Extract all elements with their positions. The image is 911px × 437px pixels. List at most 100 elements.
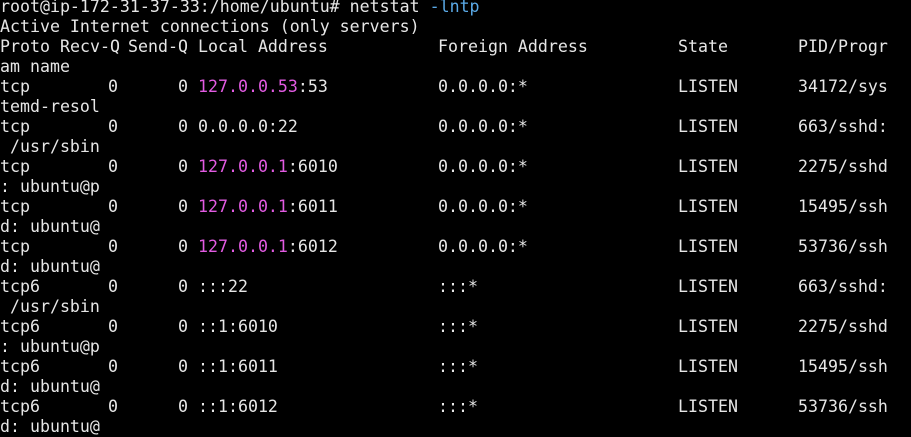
row-local-port: :::22 [198, 277, 248, 296]
row-recv-q: 0 [108, 357, 118, 376]
header-recv-q: Recv-Q [60, 37, 120, 56]
row-pid-program-wrap: d: ubuntu@ [0, 417, 100, 436]
row-foreign-address: 0.0.0.0:* [438, 157, 528, 176]
table-row: tcp 0 0 0.0.0.0:* LISTEN 2275/sshd 127.0.0.1:6… [0, 157, 911, 177]
row-wrap-line: d: ubuntu@ [0, 377, 911, 397]
row-recv-q: 0 [108, 197, 118, 216]
row-pid-program-wrap: : ubuntu@p [0, 177, 100, 196]
row-pid-program: 2275/sshd [798, 317, 888, 336]
row-proto: tcp [0, 77, 30, 96]
row-recv-q: 0 [108, 157, 118, 176]
row-proto: tcp6 [0, 277, 40, 296]
row-pid-program: 53736/ssh [798, 237, 888, 256]
row-local-address: 127.0.0.1:6011 [198, 197, 338, 217]
table-row: tcp6 0 0:::* LISTEN 53736/ssh::1:6012 [0, 397, 911, 417]
row-local-address: 127.0.0.53:53 [198, 77, 328, 97]
row-pid-program: 2275/sshd [798, 157, 888, 176]
row-state: LISTEN [678, 77, 738, 96]
row-local-address: ::1:6010 [198, 317, 278, 337]
row-foreign-address: :::* [438, 397, 478, 416]
row-local-ip: 127.0.0.53 [198, 77, 298, 96]
row-proto: tcp [0, 237, 30, 256]
header-foreign-address: Foreign Address [438, 37, 588, 56]
table-header: Proto Recv-Q Send-Q Local Address Foreig… [0, 37, 911, 57]
row-send-q: 0 [178, 357, 188, 376]
row-state: LISTEN [678, 117, 738, 136]
row-send-q: 0 [178, 157, 188, 176]
header-wrap-line: am name [0, 57, 911, 77]
row-state: LISTEN [678, 157, 738, 176]
row-send-q: 0 [178, 277, 188, 296]
row-local-port: ::1:6011 [198, 357, 278, 376]
row-proto: tcp6 [0, 357, 40, 376]
row-local-ip: 127.0.0.1 [198, 197, 288, 216]
row-local-port: ::1:6010 [198, 317, 278, 336]
row-state: LISTEN [678, 277, 738, 296]
row-wrap-line: /usr/sbin [0, 297, 911, 317]
row-send-q: 0 [178, 197, 188, 216]
row-send-q: 0 [178, 237, 188, 256]
table-row: tcp 0 0 0.0.0.0:* LISTEN 34172/sys 127.0.0.53:… [0, 77, 911, 97]
row-wrap-line: /usr/sbin [0, 137, 911, 157]
row-pid-program: 663/sshd: [798, 277, 888, 296]
row-local-address: 127.0.0.1:6012 [198, 237, 338, 257]
row-wrap-line: d: ubuntu@ [0, 257, 911, 277]
row-foreign-address: 0.0.0.0:* [438, 77, 528, 96]
prompt-command: root@ip-172-31-37-33:/home/ubuntu# netst… [0, 0, 430, 16]
row-wrap-line: : ubuntu@p [0, 177, 911, 197]
row-state: LISTEN [678, 357, 738, 376]
row-recv-q: 0 [108, 397, 118, 416]
row-pid-program: 34172/sys [798, 77, 888, 96]
table-row: tcp6 0 0:::* LISTEN 663/sshd::::22 [0, 277, 911, 297]
row-recv-q: 0 [108, 317, 118, 336]
header-local-address: Local Address [198, 37, 328, 56]
output-heading: Active Internet connections (only server… [0, 17, 911, 37]
row-local-port: 0.0.0.0:22 [198, 117, 298, 136]
row-state: LISTEN [678, 237, 738, 256]
row-local-port: ::1:6012 [198, 397, 278, 416]
row-send-q: 0 [178, 397, 188, 416]
row-local-port: :6010 [287, 157, 338, 176]
row-pid-program-wrap: d: ubuntu@ [0, 217, 100, 236]
terminal-output: root@ip-172-31-37-33:/home/ubuntu# netst… [0, 0, 911, 437]
row-local-ip: 127.0.0.1 [198, 237, 288, 256]
row-recv-q: 0 [108, 277, 118, 296]
row-wrap-line: temd-resol [0, 97, 911, 117]
row-foreign-address: :::* [438, 317, 478, 336]
command-flag: -lntp [429, 0, 480, 16]
shell-prompt-line: root@ip-172-31-37-33:/home/ubuntu# netst… [0, 0, 911, 17]
row-local-ip: 127.0.0.1 [198, 157, 288, 176]
row-recv-q: 0 [108, 77, 118, 96]
header-proto: Proto [0, 37, 50, 56]
row-wrap-line: : ubuntu@p [0, 337, 911, 357]
row-pid-program: 15495/ssh [798, 197, 888, 216]
table-row: tcp6 0 0:::* LISTEN 2275/sshd::1:6010 [0, 317, 911, 337]
row-foreign-address: 0.0.0.0:* [438, 117, 528, 136]
row-send-q: 0 [178, 117, 188, 136]
header-pid-program-wrap: am name [0, 57, 70, 76]
row-send-q: 0 [178, 317, 188, 336]
row-wrap-line: d: ubuntu@ [0, 417, 911, 437]
row-pid-program-wrap: /usr/sbin [0, 297, 100, 316]
row-proto: tcp6 [0, 397, 40, 416]
row-local-address: ::1:6012 [198, 397, 278, 417]
row-local-address: 0.0.0.0:22 [198, 117, 298, 137]
row-local-port: :53 [297, 77, 328, 96]
row-pid-program: 15495/ssh [798, 357, 888, 376]
table-row: tcp 0 0 0.0.0.0:* LISTEN 53736/ssh 127.0.0.1:6… [0, 237, 911, 257]
table-row: tcp 0 0 0.0.0.0:* LISTEN 15495/ssh 127.0.0.1:6… [0, 197, 911, 217]
row-wrap-line: d: ubuntu@ [0, 217, 911, 237]
row-proto: tcp [0, 197, 30, 216]
row-pid-program-wrap: temd-resol [0, 97, 100, 116]
row-state: LISTEN [678, 317, 738, 336]
row-local-address: 127.0.0.1:6010 [198, 157, 338, 177]
connection-rows: tcp 0 0 0.0.0.0:* LISTEN 34172/sys 127.0.0.53:… [0, 77, 911, 437]
row-pid-program-wrap: /usr/sbin [0, 137, 100, 156]
row-state: LISTEN [678, 397, 738, 416]
row-state: LISTEN [678, 197, 738, 216]
row-foreign-address: 0.0.0.0:* [438, 237, 528, 256]
row-pid-program-wrap: d: ubuntu@ [0, 257, 100, 276]
row-pid-program: 663/sshd: [798, 117, 888, 136]
row-local-address: :::22 [198, 277, 248, 297]
row-pid-program: 53736/ssh [798, 397, 888, 416]
